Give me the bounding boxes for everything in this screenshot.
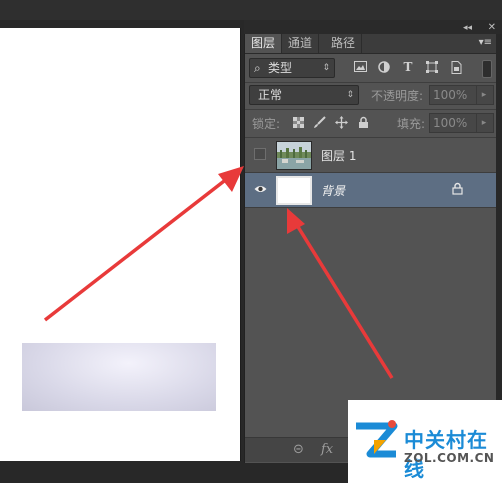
layer-lock-icon bbox=[452, 182, 466, 196]
panel-header-strip: ◂◂ ✕ bbox=[244, 20, 502, 34]
fill-label: 填充: bbox=[397, 117, 426, 131]
dropdown-arrow-icon: ⇕ bbox=[346, 90, 354, 100]
filter-kind-label: 类型 bbox=[268, 61, 293, 75]
gradient-rectangle bbox=[22, 343, 216, 411]
fill-field[interactable]: 100% ▸ bbox=[429, 113, 494, 133]
dropdown-arrow-icon: ⇕ bbox=[322, 63, 330, 73]
fill-dropdown-arrow-icon[interactable]: ▸ bbox=[476, 114, 491, 132]
panel-tabs: 图层 通道 路径 ▾≡ bbox=[245, 34, 496, 54]
panel-menu-icon[interactable]: ▾≡ bbox=[479, 37, 492, 48]
tab-channels[interactable]: 通道 bbox=[282, 34, 320, 53]
layers-panel: 图层 通道 路径 ▾≡ ⌕ 类型 ⇕ T 正常 ⇕ 不透明度: 100% ▸ 锁… bbox=[244, 34, 496, 463]
layer-thumbnail-photo bbox=[276, 141, 312, 170]
document-canvas[interactable] bbox=[0, 28, 241, 461]
blend-mode-select[interactable]: 正常 ⇕ bbox=[249, 85, 359, 105]
divider bbox=[245, 82, 496, 83]
lock-label: 锁定: bbox=[252, 117, 281, 131]
tab-paths[interactable]: 路径 bbox=[325, 34, 363, 53]
blend-row: 正常 ⇕ 不透明度: 100% ▸ bbox=[245, 85, 496, 105]
visibility-toggle-off[interactable] bbox=[254, 148, 266, 160]
lock-all-icon[interactable] bbox=[356, 116, 370, 130]
eye-icon[interactable] bbox=[254, 183, 267, 195]
lock-transparent-pixels-icon[interactable] bbox=[291, 117, 305, 131]
layer-row-layer1[interactable]: 图层 1 bbox=[245, 138, 496, 173]
filter-toggle-switch[interactable] bbox=[482, 60, 492, 78]
layer-row-background[interactable]: 背景 bbox=[245, 173, 496, 208]
window-top-bar bbox=[0, 0, 502, 20]
layer-name[interactable]: 背景 bbox=[321, 182, 345, 199]
collapse-panel-icon[interactable]: ◂◂ bbox=[463, 23, 472, 33]
layer-style-fx-icon[interactable]: fx bbox=[321, 442, 333, 457]
opacity-value: 100% bbox=[433, 88, 468, 102]
filter-kind-select[interactable]: ⌕ 类型 ⇕ bbox=[249, 58, 335, 78]
divider bbox=[245, 109, 496, 110]
link-layers-icon[interactable]: ⊝ bbox=[293, 442, 304, 457]
type-layer-filter-icon[interactable]: T bbox=[401, 60, 415, 74]
shape-layer-filter-icon[interactable] bbox=[425, 61, 439, 75]
smart-object-filter-icon[interactable] bbox=[449, 61, 463, 75]
search-icon: ⌕ bbox=[254, 61, 261, 75]
lock-image-pixels-brush-icon[interactable] bbox=[312, 116, 326, 130]
layer-thumbnail-white bbox=[276, 176, 312, 205]
lock-position-move-icon[interactable] bbox=[334, 116, 348, 130]
opacity-dropdown-arrow-icon[interactable]: ▸ bbox=[476, 86, 491, 104]
lock-row: 锁定: 填充: 100% ▸ bbox=[245, 113, 496, 133]
pixel-layer-filter-icon[interactable] bbox=[353, 61, 367, 75]
fill-value: 100% bbox=[433, 116, 468, 130]
opacity-field[interactable]: 100% ▸ bbox=[429, 85, 494, 105]
tab-layers[interactable]: 图层 bbox=[245, 34, 283, 53]
filter-row: ⌕ 类型 ⇕ T bbox=[245, 58, 496, 78]
watermark-url: ZOL.COM.CN bbox=[404, 451, 495, 465]
close-panel-icon[interactable]: ✕ bbox=[488, 22, 496, 33]
adjustment-layer-filter-icon[interactable] bbox=[377, 61, 391, 75]
zol-logo-icon bbox=[352, 416, 400, 464]
layer-name[interactable]: 图层 1 bbox=[321, 147, 356, 164]
zol-watermark: 中关村在线 ZOL.COM.CN bbox=[348, 400, 502, 483]
blend-mode-label: 正常 bbox=[258, 88, 283, 102]
opacity-label: 不透明度: bbox=[371, 89, 424, 103]
